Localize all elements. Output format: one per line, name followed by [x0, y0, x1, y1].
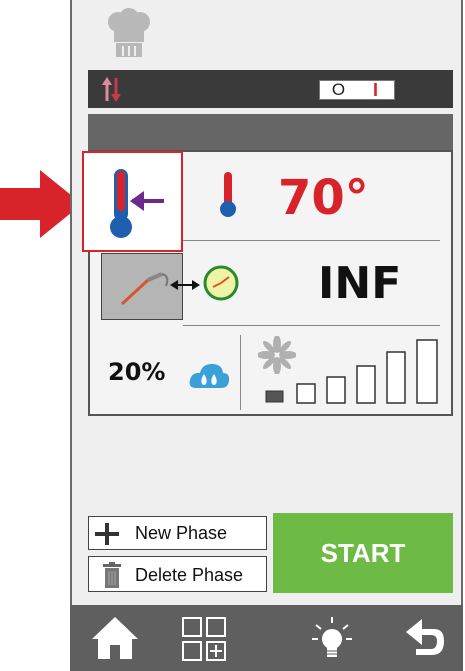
back-icon[interactable] [404, 615, 446, 663]
divider [183, 325, 440, 326]
thermometer-setpoint-icon [110, 169, 164, 238]
chef-hat-icon[interactable] [106, 8, 152, 58]
start-button[interactable]: START [273, 513, 453, 593]
power-switch[interactable]: O I [319, 80, 395, 100]
switch-off-label: O [331, 80, 346, 99]
time-value[interactable]: INF [318, 258, 448, 314]
delete-phase-label: Delete Phase [135, 565, 244, 585]
delete-phase-button[interactable]: Delete Phase [88, 556, 267, 592]
new-phase-button[interactable]: New Phase [88, 516, 267, 550]
divider [240, 335, 241, 410]
trash-icon [103, 562, 121, 588]
switch-on-label: I [372, 79, 378, 100]
status-bar [88, 70, 453, 108]
humidity-value[interactable]: 20% [108, 358, 198, 390]
heat-arrows-icon [102, 77, 121, 102]
temperature-value[interactable]: 70° [278, 170, 438, 230]
humidity-drop-icon[interactable] [188, 360, 230, 390]
divider [183, 240, 440, 241]
temperature-mode-button[interactable] [82, 151, 183, 252]
core-probe-icon [120, 272, 169, 306]
home-icon[interactable] [90, 615, 140, 661]
thermometer-icon [220, 172, 236, 217]
new-phase-label: New Phase [135, 523, 228, 543]
grid-add-icon[interactable] [182, 617, 226, 661]
light-bulb-icon[interactable] [312, 617, 352, 661]
clock-icon[interactable] [203, 265, 239, 301]
plus-icon [95, 523, 119, 545]
fan-speed-selector[interactable] [264, 338, 440, 404]
phase-band [88, 114, 453, 150]
toggle-arrows-icon [170, 280, 200, 290]
